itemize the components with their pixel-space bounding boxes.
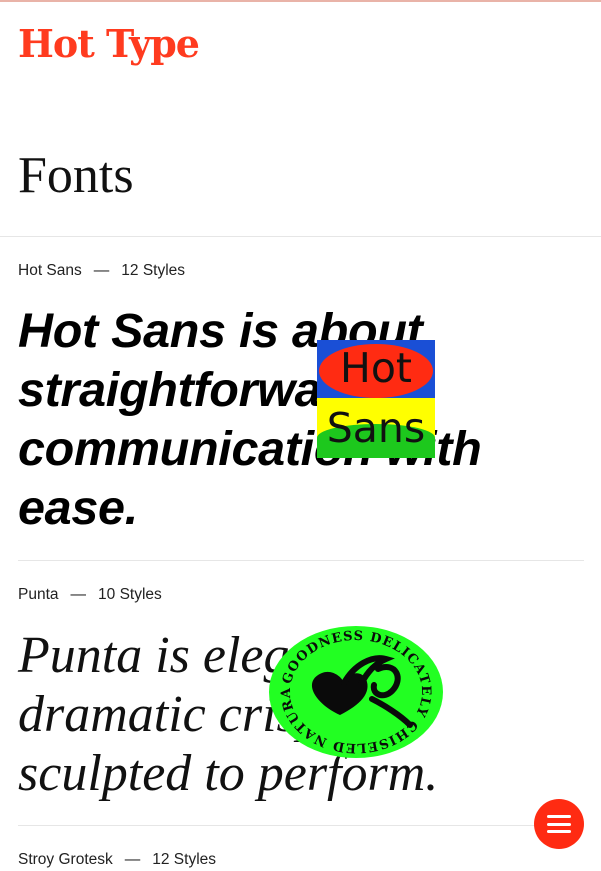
divider xyxy=(18,560,584,561)
punta-seal-sticker: GOODNESS DELICATELY CHISELED NATURAL xyxy=(268,625,443,758)
font-name[interactable]: Hot Sans xyxy=(18,262,82,279)
separator: — xyxy=(93,262,110,279)
style-count: 10 Styles xyxy=(98,586,162,603)
sample-line: straightforward xyxy=(18,363,370,417)
separator: — xyxy=(124,851,141,868)
sample-line: Hot Sans is about xyxy=(18,304,423,358)
hot-type-logo[interactable]: Hot Type xyxy=(18,18,200,70)
sample-line: communication with xyxy=(18,422,482,476)
top-accent-rule xyxy=(0,0,601,2)
font-sample-hot-sans[interactable]: Hot Sans is about straightforward commun… xyxy=(18,302,578,538)
hamburger-menu-icon-line xyxy=(547,830,571,833)
menu-button[interactable] xyxy=(534,799,584,849)
font-name[interactable]: Punta xyxy=(18,586,59,603)
badge-text-hot: Hot xyxy=(340,344,412,392)
divider xyxy=(18,825,584,826)
font-name[interactable]: Stroy Grotesk xyxy=(18,851,113,868)
style-count: 12 Styles xyxy=(121,262,186,279)
style-count: 12 Styles xyxy=(152,851,217,868)
sample-line: ease. xyxy=(18,481,138,535)
font-meta-punta[interactable]: Punta — 10 Styles xyxy=(18,585,162,605)
font-meta-hot-sans[interactable]: Hot Sans — 12 Styles xyxy=(18,261,185,281)
divider xyxy=(0,236,601,237)
separator: — xyxy=(70,586,87,603)
hamburger-menu-icon xyxy=(547,815,571,818)
badge-text-sans: Sans xyxy=(326,404,426,452)
hot-sans-badge: Hot Sans xyxy=(317,340,435,458)
hamburger-menu-icon-line xyxy=(547,822,571,826)
font-meta-stroy-grotesk[interactable]: Stroy Grotesk — 12 Styles xyxy=(18,850,216,870)
page-title: Fonts xyxy=(18,147,134,204)
